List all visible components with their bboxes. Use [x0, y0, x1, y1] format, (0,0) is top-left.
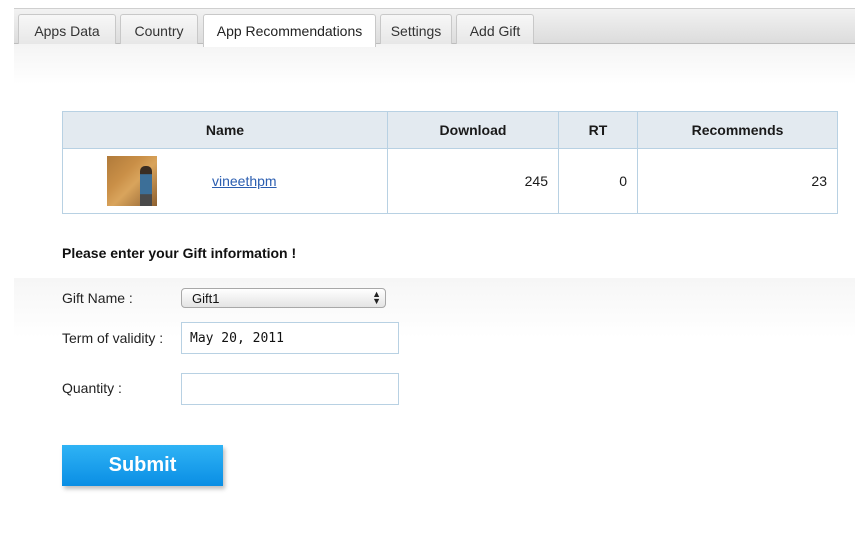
- table-header-row: Name Download RT Recommends: [62, 111, 838, 149]
- quantity-input[interactable]: [181, 373, 399, 405]
- validity-label: Term of validity :: [62, 330, 164, 346]
- gift-name-selected-value: Gift1: [192, 290, 220, 306]
- tab-apps-data[interactable]: Apps Data: [18, 14, 116, 46]
- column-header-name: Name: [62, 111, 388, 149]
- gift-form-heading: Please enter your Gift information !: [62, 245, 297, 261]
- cell-download: 245: [387, 148, 559, 214]
- cell-name: vineethpm: [62, 148, 388, 214]
- column-header-download: Download: [387, 111, 559, 149]
- cell-recommends: 23: [637, 148, 838, 214]
- tab-settings[interactable]: Settings: [380, 14, 452, 46]
- user-link[interactable]: vineethpm: [212, 173, 277, 189]
- form-background: [14, 278, 855, 428]
- select-arrows-icon: ▲ ▼: [372, 289, 381, 306]
- tab-add-gift[interactable]: Add Gift: [456, 14, 534, 46]
- gift-name-label: Gift Name :: [62, 290, 133, 306]
- gift-name-select[interactable]: Gift1 ▲ ▼: [181, 288, 386, 308]
- recommendations-table: Name Download RT Recommends vineethpm 24…: [62, 111, 838, 214]
- tab-country[interactable]: Country: [120, 14, 198, 46]
- cell-rt: 0: [558, 148, 638, 214]
- validity-date-input[interactable]: [181, 322, 399, 354]
- quantity-label: Quantity :: [62, 380, 122, 396]
- submit-button[interactable]: Submit: [62, 445, 223, 486]
- panel-header-shade: [14, 44, 855, 84]
- table-row: vineethpm 245 0 23: [62, 148, 838, 214]
- tab-bar: Apps Data Country App Recommendations Se…: [14, 8, 855, 47]
- avatar: [107, 156, 157, 206]
- person-figure: [140, 166, 152, 206]
- tab-app-recommendations[interactable]: App Recommendations: [203, 14, 376, 47]
- column-header-recommends: Recommends: [637, 111, 838, 149]
- column-header-rt: RT: [558, 111, 638, 149]
